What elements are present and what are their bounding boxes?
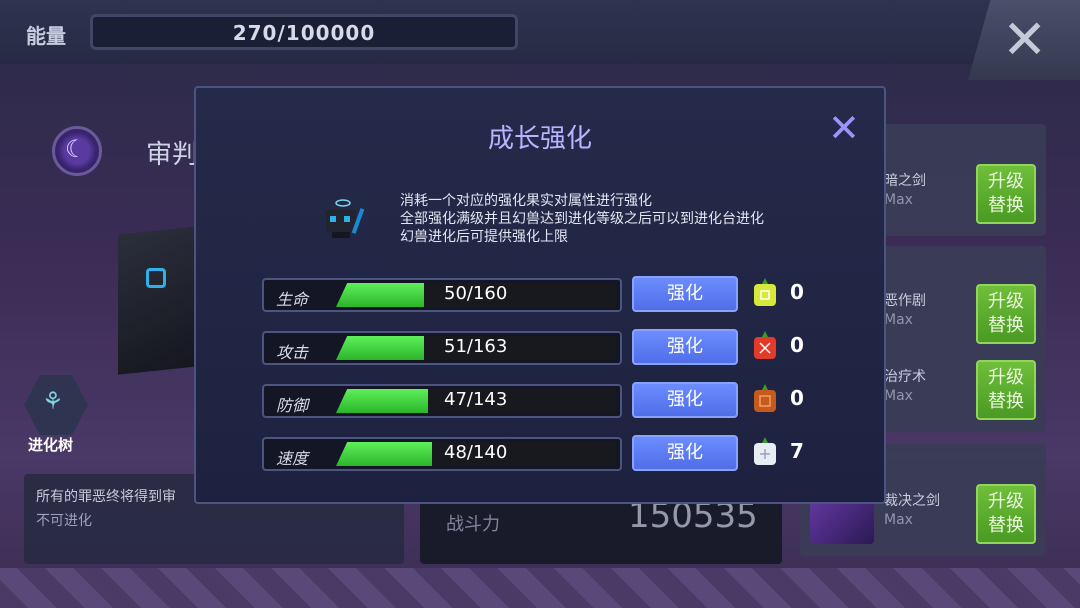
- evolution-tree-label: 进化树: [28, 436, 74, 454]
- skill-level: Max: [884, 312, 913, 328]
- top-bar: 能量 270/100000: [0, 0, 1080, 64]
- dialog-info: 消耗一个对应的强化果实对属性进行强化 全部强化满级并且幻兽达到进化等级之后可以到…: [400, 192, 764, 246]
- info-line: 全部强化满级并且幻兽达到进化等级之后可以到进化台进化: [400, 211, 764, 227]
- close-x-icon: ✕: [828, 106, 860, 150]
- fruit-count: 0: [790, 386, 804, 410]
- yellow-fruit-icon: [754, 278, 776, 306]
- white-fruit-icon: [754, 437, 776, 465]
- pet-name: 审判: [146, 140, 199, 170]
- info-line: 幻兽进化后可提供强化上限: [400, 229, 568, 245]
- skill-name: 恶作剧: [884, 293, 926, 309]
- fruit-count: 7: [790, 439, 804, 463]
- skill-level: Max: [884, 192, 913, 208]
- energy-label: 能量: [26, 24, 66, 48]
- enhance-button[interactable]: 强化: [632, 329, 738, 365]
- close-icon: ✕: [1002, 8, 1048, 71]
- stat-label: 生命: [276, 290, 309, 309]
- stat-label: 防御: [276, 396, 309, 415]
- growth-enhance-dialog: 成长强化 ✕ 消耗一个对应的强化果实对属性进行强化 全部强化满级并且幻兽达到进化…: [194, 86, 886, 504]
- stat-row-attack: 攻击 51/163 强化 0: [262, 329, 822, 367]
- info-line: 消耗一个对应的强化果实对属性进行强化: [400, 193, 652, 209]
- power-label: 战斗力: [446, 514, 500, 535]
- stat-row-hp: 生命 50/160 强化 0: [262, 276, 822, 314]
- stat-value: 48/140: [444, 442, 508, 463]
- fruit-count: 0: [790, 333, 804, 357]
- skill-level: Max: [884, 512, 913, 528]
- upgrade-replace-button[interactable]: 升级 替换: [976, 360, 1036, 420]
- dialog-close-button[interactable]: ✕: [828, 108, 860, 148]
- energy-value: 270/100000: [232, 21, 376, 45]
- evolution-status: 不可进化: [36, 513, 92, 529]
- red-fruit-icon: [754, 331, 776, 359]
- enhance-button[interactable]: 强化: [632, 435, 738, 471]
- energy-bar: 270/100000: [90, 14, 518, 50]
- upgrade-replace-button[interactable]: 升级 替换: [976, 484, 1036, 544]
- pet-thumbnail: [326, 199, 365, 238]
- enhance-button[interactable]: 强化: [632, 382, 738, 418]
- stat-row-speed: 速度 48/140 强化 7: [262, 435, 822, 473]
- skill-name: 裁决之剑: [884, 493, 940, 509]
- stat-row-defense: 防御 47/143 强化 0: [262, 382, 822, 420]
- fruit-count: 0: [790, 280, 804, 304]
- skill-level: Max: [884, 388, 913, 404]
- skill-name: 暗之剑: [884, 173, 926, 189]
- stat-value: 51/163: [444, 336, 508, 357]
- upgrade-replace-button[interactable]: 升级 替换: [976, 284, 1036, 344]
- dialog-title: 成长强化: [487, 124, 592, 154]
- floor: [0, 568, 1080, 608]
- pet-type-icon: ☾: [52, 126, 102, 176]
- stat-label: 速度: [276, 449, 309, 468]
- skill-name: 治疗术: [884, 369, 926, 385]
- upgrade-replace-button[interactable]: 升级 替换: [976, 164, 1036, 224]
- stat-label: 攻击: [276, 343, 309, 362]
- tree-icon: ⚘: [42, 387, 64, 415]
- enhance-button[interactable]: 强化: [632, 276, 738, 312]
- stat-value: 47/143: [444, 389, 508, 410]
- pet-description: 所有的罪恶终将得到审: [36, 489, 176, 505]
- pet-eye: [146, 268, 166, 288]
- orange-fruit-icon: [754, 384, 776, 412]
- evolution-tree-button[interactable]: ⚘: [24, 375, 88, 435]
- stat-value: 50/160: [444, 283, 508, 304]
